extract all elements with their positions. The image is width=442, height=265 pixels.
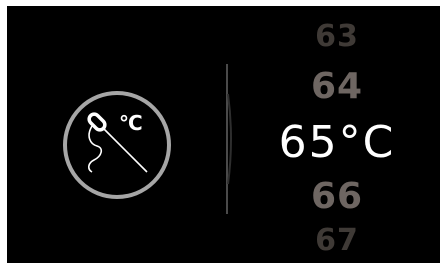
picker-option-63[interactable]: 63 xyxy=(247,20,427,54)
temperature-setting-screen: °C 63 64 65°C 66 67 xyxy=(7,6,440,263)
meat-probe-icon xyxy=(62,90,172,200)
selected-temperature[interactable]: 65°C xyxy=(247,116,427,170)
picker-option-67[interactable]: 67 xyxy=(247,224,427,258)
picker-option-66[interactable]: 66 xyxy=(247,176,427,218)
unit-label: °C xyxy=(119,111,143,135)
temperature-picker[interactable]: 63 64 65°C 66 67 xyxy=(247,6,427,263)
picker-option-64[interactable]: 64 xyxy=(247,66,427,108)
picker-divider xyxy=(217,64,237,214)
